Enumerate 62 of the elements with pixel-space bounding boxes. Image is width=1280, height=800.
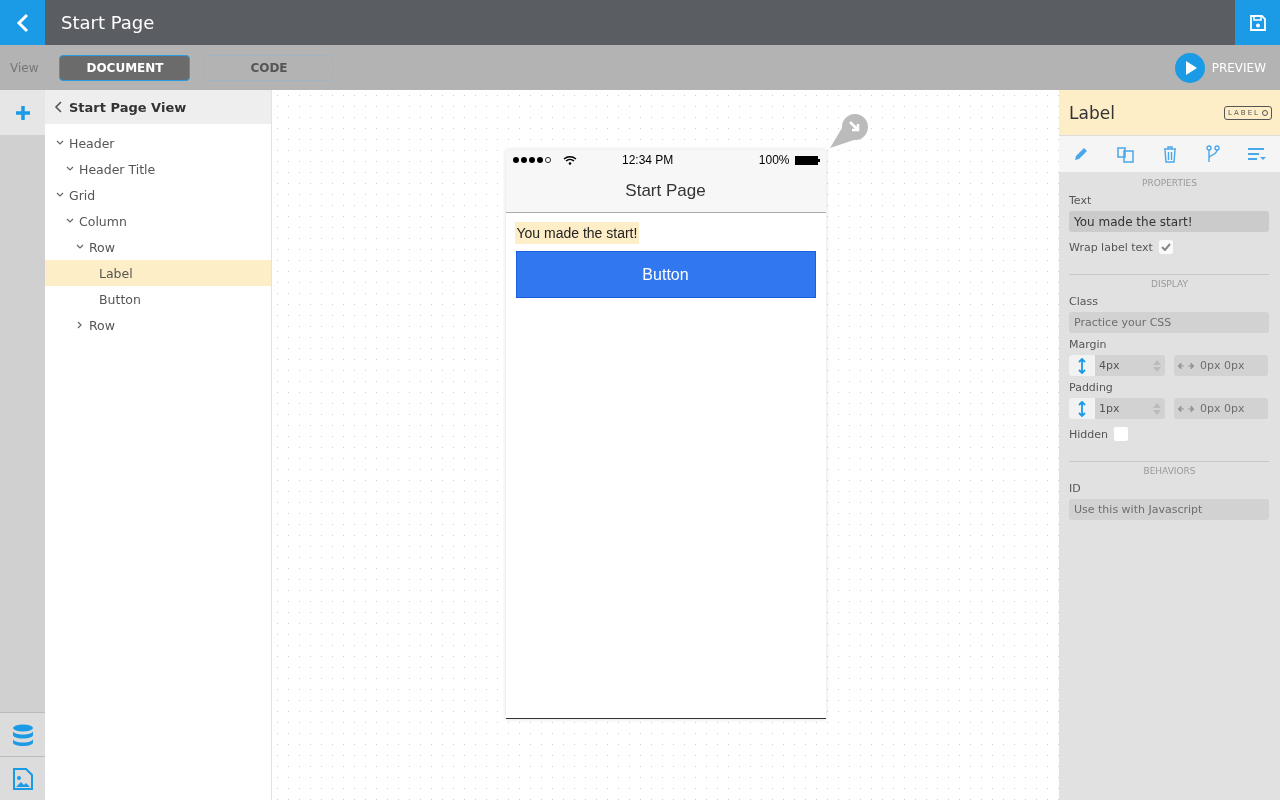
vertical-arrows-icon <box>1078 400 1086 417</box>
tree-item[interactable]: Row <box>45 312 271 338</box>
padding-horizontal-field[interactable]: 0px 0px <box>1198 398 1268 419</box>
tree-item[interactable]: Button <box>45 286 271 312</box>
duplicate-icon[interactable] <box>1117 145 1136 163</box>
class-field[interactable]: Practice your CSS <box>1069 312 1269 333</box>
nav-title: Start Page <box>625 181 706 201</box>
resize-handle-icon[interactable] <box>829 114 870 150</box>
tree-header[interactable]: Start Page View <box>45 90 271 124</box>
wifi-icon <box>562 155 577 165</box>
database-icon <box>12 723 33 746</box>
tree-item[interactable]: Label <box>45 260 271 286</box>
pencil-icon[interactable] <box>1073 146 1090 162</box>
status-time: 12:34 PM <box>620 153 675 167</box>
inspector-title: Label <box>1069 102 1115 123</box>
battery-level: 100% <box>758 153 790 167</box>
branch-icon[interactable] <box>1205 145 1220 163</box>
view-label: View <box>10 60 39 75</box>
text-field[interactable]: You made the start! <box>1069 211 1269 232</box>
image-button[interactable] <box>0 756 45 800</box>
checkbox[interactable] <box>1158 240 1173 254</box>
back-chevron-icon <box>54 101 62 113</box>
back-button[interactable] <box>0 0 45 45</box>
play-icon <box>1174 52 1205 83</box>
id-field[interactable]: Use this with Javascript <box>1069 499 1269 520</box>
phone-button[interactable]: Button <box>515 251 816 298</box>
field-label: Text <box>1069 194 1092 207</box>
tree-item[interactable]: Grid <box>45 182 271 208</box>
padding-vertical-field[interactable]: 1px <box>1069 398 1165 419</box>
plus-icon <box>14 104 31 121</box>
database-button[interactable] <box>0 712 45 756</box>
section-heading: PROPERTIES <box>1142 178 1197 188</box>
image-file-icon <box>12 767 33 790</box>
section-heading: BEHAVIORS <box>1143 466 1196 476</box>
sort-menu-icon[interactable] <box>1247 147 1266 161</box>
add-button[interactable] <box>0 90 45 135</box>
checkbox[interactable] <box>1114 427 1129 441</box>
field-label: Padding <box>1069 381 1113 394</box>
battery-icon <box>794 155 820 165</box>
horizontal-arrows-icon <box>1178 405 1194 412</box>
back-icon <box>15 12 30 33</box>
tree-item[interactable]: Row <box>45 234 271 260</box>
section-heading: DISPLAY <box>1151 279 1188 289</box>
field-label: Margin <box>1069 338 1107 351</box>
field-label: Wrap label text <box>1069 240 1153 254</box>
field-label: Class <box>1069 295 1098 308</box>
vertical-arrows-icon <box>1078 357 1086 374</box>
field-label: ID <box>1069 482 1081 495</box>
save-button[interactable] <box>1235 0 1280 45</box>
view-tab[interactable]: DOCUMENT <box>59 54 191 81</box>
trash-icon[interactable] <box>1163 145 1178 163</box>
window-title: Start Page <box>61 12 156 33</box>
margin-vertical-field[interactable]: 4px <box>1069 355 1165 376</box>
margin-horizontal-field[interactable]: 0px 0px <box>1198 355 1268 376</box>
save-icon <box>1248 13 1267 32</box>
horizontal-arrows-icon <box>1178 362 1194 369</box>
tree-item[interactable]: Column <box>45 208 271 234</box>
tree-item[interactable]: Header Title <box>45 156 271 182</box>
view-tab[interactable]: CODE <box>203 54 335 81</box>
field-label: Hidden <box>1069 427 1109 441</box>
tree-item[interactable]: Header <box>45 130 271 156</box>
label-element[interactable]: You made the start! <box>514 222 640 244</box>
